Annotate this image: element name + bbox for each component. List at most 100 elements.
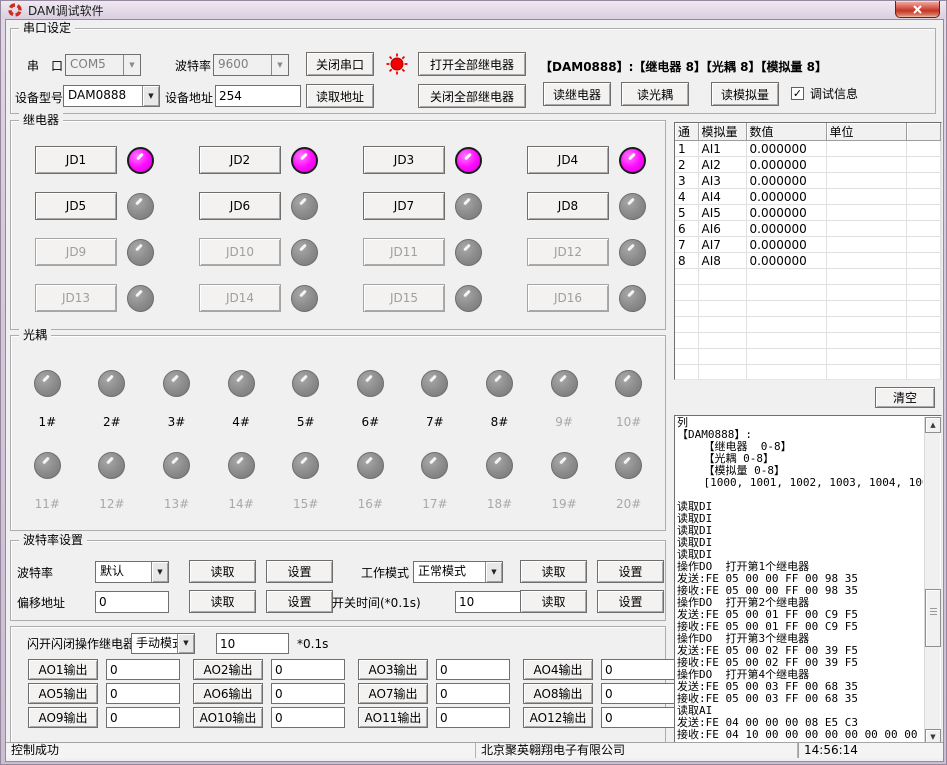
col-unit: 单位 <box>826 123 906 141</box>
ao-output-cell: AO11输出 <box>358 707 523 731</box>
chevron-down-icon: ▼ <box>277 62 282 69</box>
relay-button[interactable]: JD9 <box>35 238 117 266</box>
relay-light-icon <box>291 193 318 220</box>
work-mode-dropdown-button[interactable]: ▼ <box>485 562 502 582</box>
baud-setting-dropdown-button[interactable]: ▼ <box>151 562 168 582</box>
ao-output-button[interactable]: AO3输出 <box>358 659 428 680</box>
relay-button[interactable]: JD16 <box>527 284 609 312</box>
offset-read-button[interactable]: 读取 <box>189 590 256 613</box>
ao-output-input[interactable] <box>436 659 510 680</box>
offset-input[interactable] <box>95 591 169 613</box>
ao-output-button[interactable]: AO2输出 <box>193 659 263 680</box>
flash-mode-dropdown-button[interactable]: ▼ <box>177 634 194 653</box>
ao-output-input[interactable] <box>271 659 345 680</box>
relay-button[interactable]: JD7 <box>363 192 445 220</box>
work-mode-set-button[interactable]: 设置 <box>597 560 664 583</box>
switch-time-label: 开关时间(*0.1s) <box>332 596 421 611</box>
flash-time-input[interactable] <box>216 633 289 654</box>
relay-button[interactable]: JD10 <box>199 238 281 266</box>
relay-button[interactable]: JD8 <box>527 192 609 220</box>
relay-button[interactable]: JD1 <box>35 146 117 174</box>
scroll-thumb[interactable] <box>925 589 941 647</box>
open-all-relays-button[interactable]: 打开全部继电器 <box>418 52 526 76</box>
ao-output-button[interactable]: AO8输出 <box>523 683 593 704</box>
port-dropdown-button[interactable]: ▼ <box>123 55 140 75</box>
relay-button[interactable]: JD4 <box>527 146 609 174</box>
cell-channel: 8 <box>675 253 698 269</box>
ao-output-input[interactable] <box>601 659 675 680</box>
model-select[interactable]: DAM0888 ▼ <box>63 85 160 107</box>
close-all-relays-button[interactable]: 关闭全部继电器 <box>418 84 526 108</box>
close-button[interactable] <box>895 1 940 18</box>
ao-output-input[interactable] <box>106 659 180 680</box>
log-scrollbar[interactable]: ▲ ▼ <box>924 417 940 745</box>
opto-label: 16# <box>358 497 383 512</box>
relay-light-icon <box>127 285 154 312</box>
opto-row-2: 11# 12# 13# 14# <box>11 452 665 512</box>
ao-output-input[interactable] <box>436 707 510 728</box>
relay-light-icon <box>127 147 154 174</box>
analog-table-header: 通 模拟量 数值 单位 <box>675 123 941 141</box>
debug-checkbox[interactable]: ✓ <box>791 87 804 100</box>
relay-button[interactable]: JD15 <box>363 284 445 312</box>
switch-time-read-button[interactable]: 读取 <box>520 590 587 613</box>
opto-light-icon <box>486 452 513 479</box>
ao-output-input[interactable] <box>106 683 180 704</box>
ao-output-button[interactable]: AO12输出 <box>523 707 593 728</box>
baud-dropdown-button[interactable]: ▼ <box>271 55 288 75</box>
ao-output-input[interactable] <box>601 707 675 728</box>
relay-cell: JD16 <box>505 275 669 321</box>
baud-select[interactable]: 9600 ▼ <box>213 54 289 76</box>
relay-button[interactable]: JD2 <box>199 146 281 174</box>
ao-output-button[interactable]: AO10输出 <box>193 707 263 728</box>
scroll-up-icon[interactable]: ▲ <box>925 417 941 433</box>
clear-log-button[interactable]: 清空 <box>875 387 935 408</box>
ao-output-input[interactable] <box>106 707 180 728</box>
ao-output-input[interactable] <box>601 683 675 704</box>
close-serial-button[interactable]: 关闭串口 <box>306 52 374 76</box>
ao-output-button[interactable]: AO11输出 <box>358 707 428 728</box>
work-mode-select[interactable]: 正常模式 ▼ <box>413 561 503 583</box>
ao-output-button[interactable]: AO4输出 <box>523 659 593 680</box>
port-select[interactable]: COM5 ▼ <box>65 54 141 76</box>
relay-button[interactable]: JD12 <box>527 238 609 266</box>
relay-button[interactable]: JD6 <box>199 192 281 220</box>
log-content[interactable]: 列【DAM0888】: 【继电器 0-8】 【光耦 0-8】 【模拟量 0-8】… <box>677 417 923 745</box>
baud-setting-select[interactable]: 默认 ▼ <box>95 561 169 583</box>
relay-grid: JD1 JD2 JD3 JD4 <box>13 137 669 321</box>
model-dropdown-button[interactable]: ▼ <box>142 86 159 106</box>
baud-read-button[interactable]: 读取 <box>189 560 256 583</box>
ao-output-button[interactable]: AO1输出 <box>28 659 98 680</box>
relay-cell: JD4 <box>505 137 669 183</box>
ao-output-cell: AO12输出 <box>523 707 688 731</box>
opto-cell: 1# <box>15 370 80 430</box>
offset-set-button[interactable]: 设置 <box>266 590 333 613</box>
work-mode-read-button[interactable]: 读取 <box>520 560 587 583</box>
ao-output-button[interactable]: AO6输出 <box>193 683 263 704</box>
cell-channel <box>675 301 698 317</box>
read-addr-button[interactable]: 读取地址 <box>306 84 374 108</box>
relay-button[interactable]: JD13 <box>35 284 117 312</box>
flash-mode-select[interactable]: 手动模式 ▼ <box>131 633 195 654</box>
chevron-down-icon: ▼ <box>183 640 188 647</box>
cell-value <box>746 349 826 365</box>
addr-input[interactable] <box>215 85 301 107</box>
cell-value <box>746 365 826 381</box>
ao-output-input[interactable] <box>436 683 510 704</box>
work-mode-label: 工作模式 <box>361 566 409 581</box>
relay-button[interactable]: JD3 <box>363 146 445 174</box>
ao-output-button[interactable]: AO9输出 <box>28 707 98 728</box>
relay-button[interactable]: JD5 <box>35 192 117 220</box>
read-analog-button[interactable]: 读模拟量 <box>711 82 779 106</box>
ao-output-input[interactable] <box>271 683 345 704</box>
switch-time-set-button[interactable]: 设置 <box>597 590 664 613</box>
relay-button[interactable]: JD14 <box>199 284 281 312</box>
baud-setting-value: 默认 <box>96 562 151 582</box>
ao-output-input[interactable] <box>271 707 345 728</box>
ao-output-button[interactable]: AO5输出 <box>28 683 98 704</box>
baud-set-button[interactable]: 设置 <box>266 560 333 583</box>
read-opto-button[interactable]: 读光耦 <box>621 82 689 106</box>
read-relay-button[interactable]: 读继电器 <box>543 82 611 106</box>
ao-output-button[interactable]: AO7输出 <box>358 683 428 704</box>
relay-button[interactable]: JD11 <box>363 238 445 266</box>
